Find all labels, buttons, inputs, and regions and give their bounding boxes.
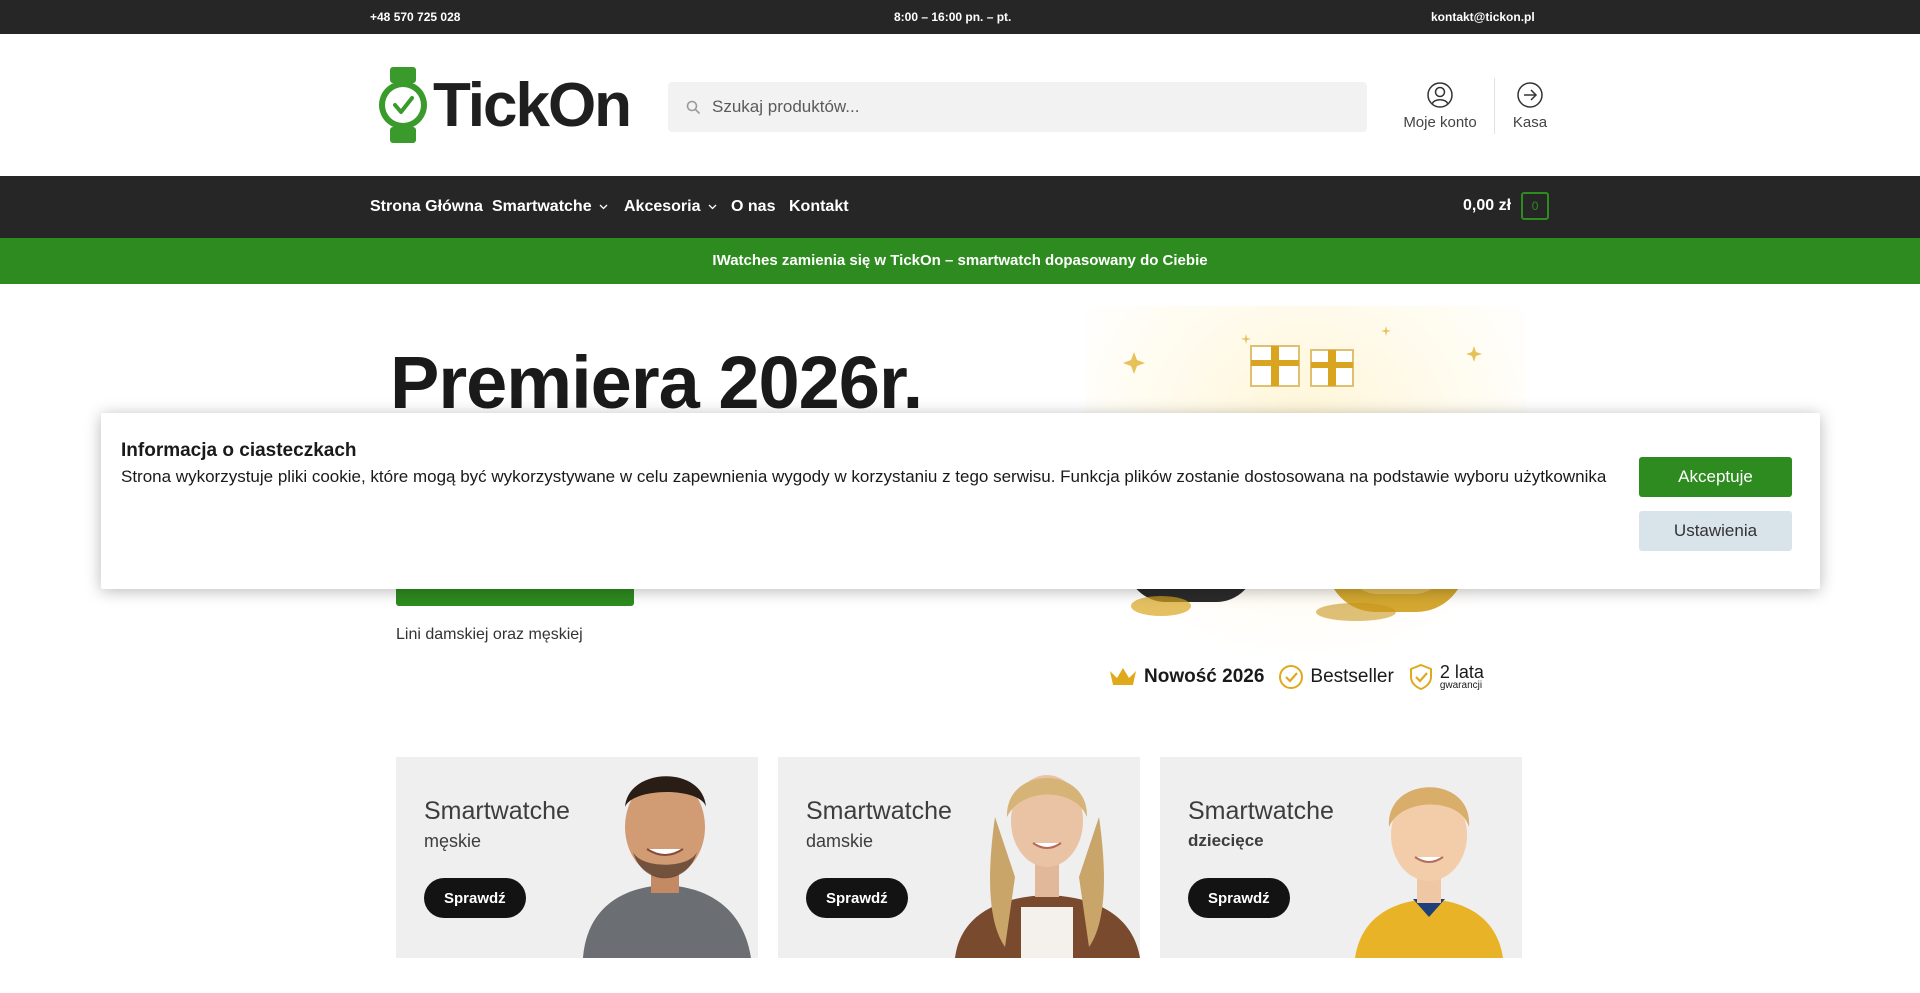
site-logo[interactable]: TickOn — [370, 64, 632, 146]
main-navigation: Strona Główna Smartwatche Akcesoria O na… — [0, 176, 1920, 238]
card-subtitle: męskie — [424, 831, 482, 851]
badge-bestseller-label: Bestseller — [1310, 666, 1394, 687]
card-title: Smartwatche — [1188, 797, 1334, 825]
arrow-right-circle-icon — [1517, 82, 1543, 108]
nav-item-label: O nas — [731, 198, 776, 215]
category-card-kids[interactable]: Smartwatche dziecięce Sprawdź — [1160, 757, 1522, 958]
nav-item-label: Strona Główna — [370, 198, 483, 215]
badge-bestseller: Bestseller — [1278, 664, 1394, 690]
cart-count: 0 — [1531, 199, 1539, 213]
nav-item-label: Kontakt — [789, 198, 849, 215]
nav-item-smartwatches[interactable]: Smartwatche — [492, 198, 608, 216]
category-card-men[interactable]: Smartwatche męskie Sprawdź — [396, 757, 758, 958]
check-button[interactable]: Sprawdź — [1188, 878, 1290, 918]
badge-warranty-label: 2 lata — [1439, 662, 1484, 682]
check-button[interactable]: Sprawdź — [424, 878, 526, 918]
nav-item-label: Smartwatche — [492, 198, 592, 215]
checkout-label: Kasa — [1512, 114, 1548, 131]
nav-item-contact[interactable]: Kontakt — [789, 198, 849, 216]
hero-subtitle: Lini damskiej oraz męskiej — [396, 626, 583, 643]
card-subtitle: damskie — [806, 831, 874, 851]
hero-badges: Nowość 2026 Bestseller 2 lata gwarancji — [1108, 660, 1528, 694]
nav-item-about[interactable]: O nas — [731, 198, 775, 216]
category-card-women[interactable]: Smartwatche damskie Sprawdź — [778, 757, 1140, 958]
chevron-down-icon — [599, 204, 608, 210]
card-subtitle: dziecięce — [1188, 831, 1264, 850]
shield-check-icon — [1409, 663, 1432, 691]
crown-icon — [1110, 668, 1136, 685]
badge-warranty: 2 lata gwarancji — [1408, 663, 1484, 691]
cookie-settings-button[interactable]: Ustawienia — [1639, 511, 1792, 551]
woman-photo — [955, 775, 1140, 958]
my-account-link[interactable]: Moje konto — [1400, 82, 1480, 131]
card-title: Smartwatche — [806, 797, 952, 825]
promo-banner: IWatches zamienia się w TickOn – smartwa… — [0, 238, 1920, 284]
card-title: Smartwatche — [424, 797, 570, 825]
watch-logo-icon — [377, 67, 429, 143]
child-photo — [1355, 787, 1503, 958]
badge-new-label: Nowość 2026 — [1144, 666, 1265, 687]
checkout-link[interactable]: Kasa — [1508, 82, 1552, 131]
site-header: TickOn Moje konto Kasa — [0, 34, 1920, 176]
search-input[interactable] — [712, 97, 1332, 117]
contact-email[interactable]: kontakt@tickon.pl — [1431, 10, 1535, 24]
chevron-down-icon — [708, 204, 716, 210]
user-icon — [1427, 82, 1453, 108]
man-photo — [583, 776, 751, 958]
cart-bag-icon: 0 — [1521, 192, 1550, 220]
top-info-bar: +48 570 725 028 8:00 – 16:00 pn. – pt. k… — [0, 0, 1920, 34]
cookie-consent-dialog: Informacja o ciasteczkach Strona wykorzy… — [101, 413, 1820, 589]
cookie-description: Strona wykorzystuje pliki cookie, które … — [121, 467, 1607, 486]
search-bar — [668, 82, 1367, 132]
phone-number[interactable]: +48 570 725 028 — [370, 10, 460, 24]
logo-text: TickOn — [433, 70, 632, 140]
search-icon[interactable] — [686, 100, 700, 114]
badge-new: Nowość 2026 — [1108, 665, 1264, 689]
check-badge-icon — [1279, 665, 1304, 689]
nav-item-accessories[interactable]: Akcesoria — [624, 198, 717, 216]
badge-warranty-sublabel: gwarancji — [1439, 680, 1483, 691]
promo-text: IWatches zamienia się w TickOn – smartwa… — [712, 252, 1208, 269]
accept-cookies-button[interactable]: Akceptuje — [1639, 457, 1792, 497]
cart-total: 0,00 zł — [1463, 197, 1512, 214]
nav-item-home[interactable]: Strona Główna — [370, 198, 483, 216]
opening-hours: 8:00 – 16:00 pn. – pt. — [894, 10, 1012, 24]
nav-item-label: Akcesoria — [624, 198, 701, 215]
cookie-title: Informacja o ciasteczkach — [121, 440, 357, 461]
check-button[interactable]: Sprawdź — [806, 878, 908, 918]
cart-link[interactable]: 0,00 zł 0 — [1463, 192, 1550, 220]
header-divider — [1494, 78, 1495, 134]
my-account-label: Moje konto — [1403, 114, 1477, 131]
